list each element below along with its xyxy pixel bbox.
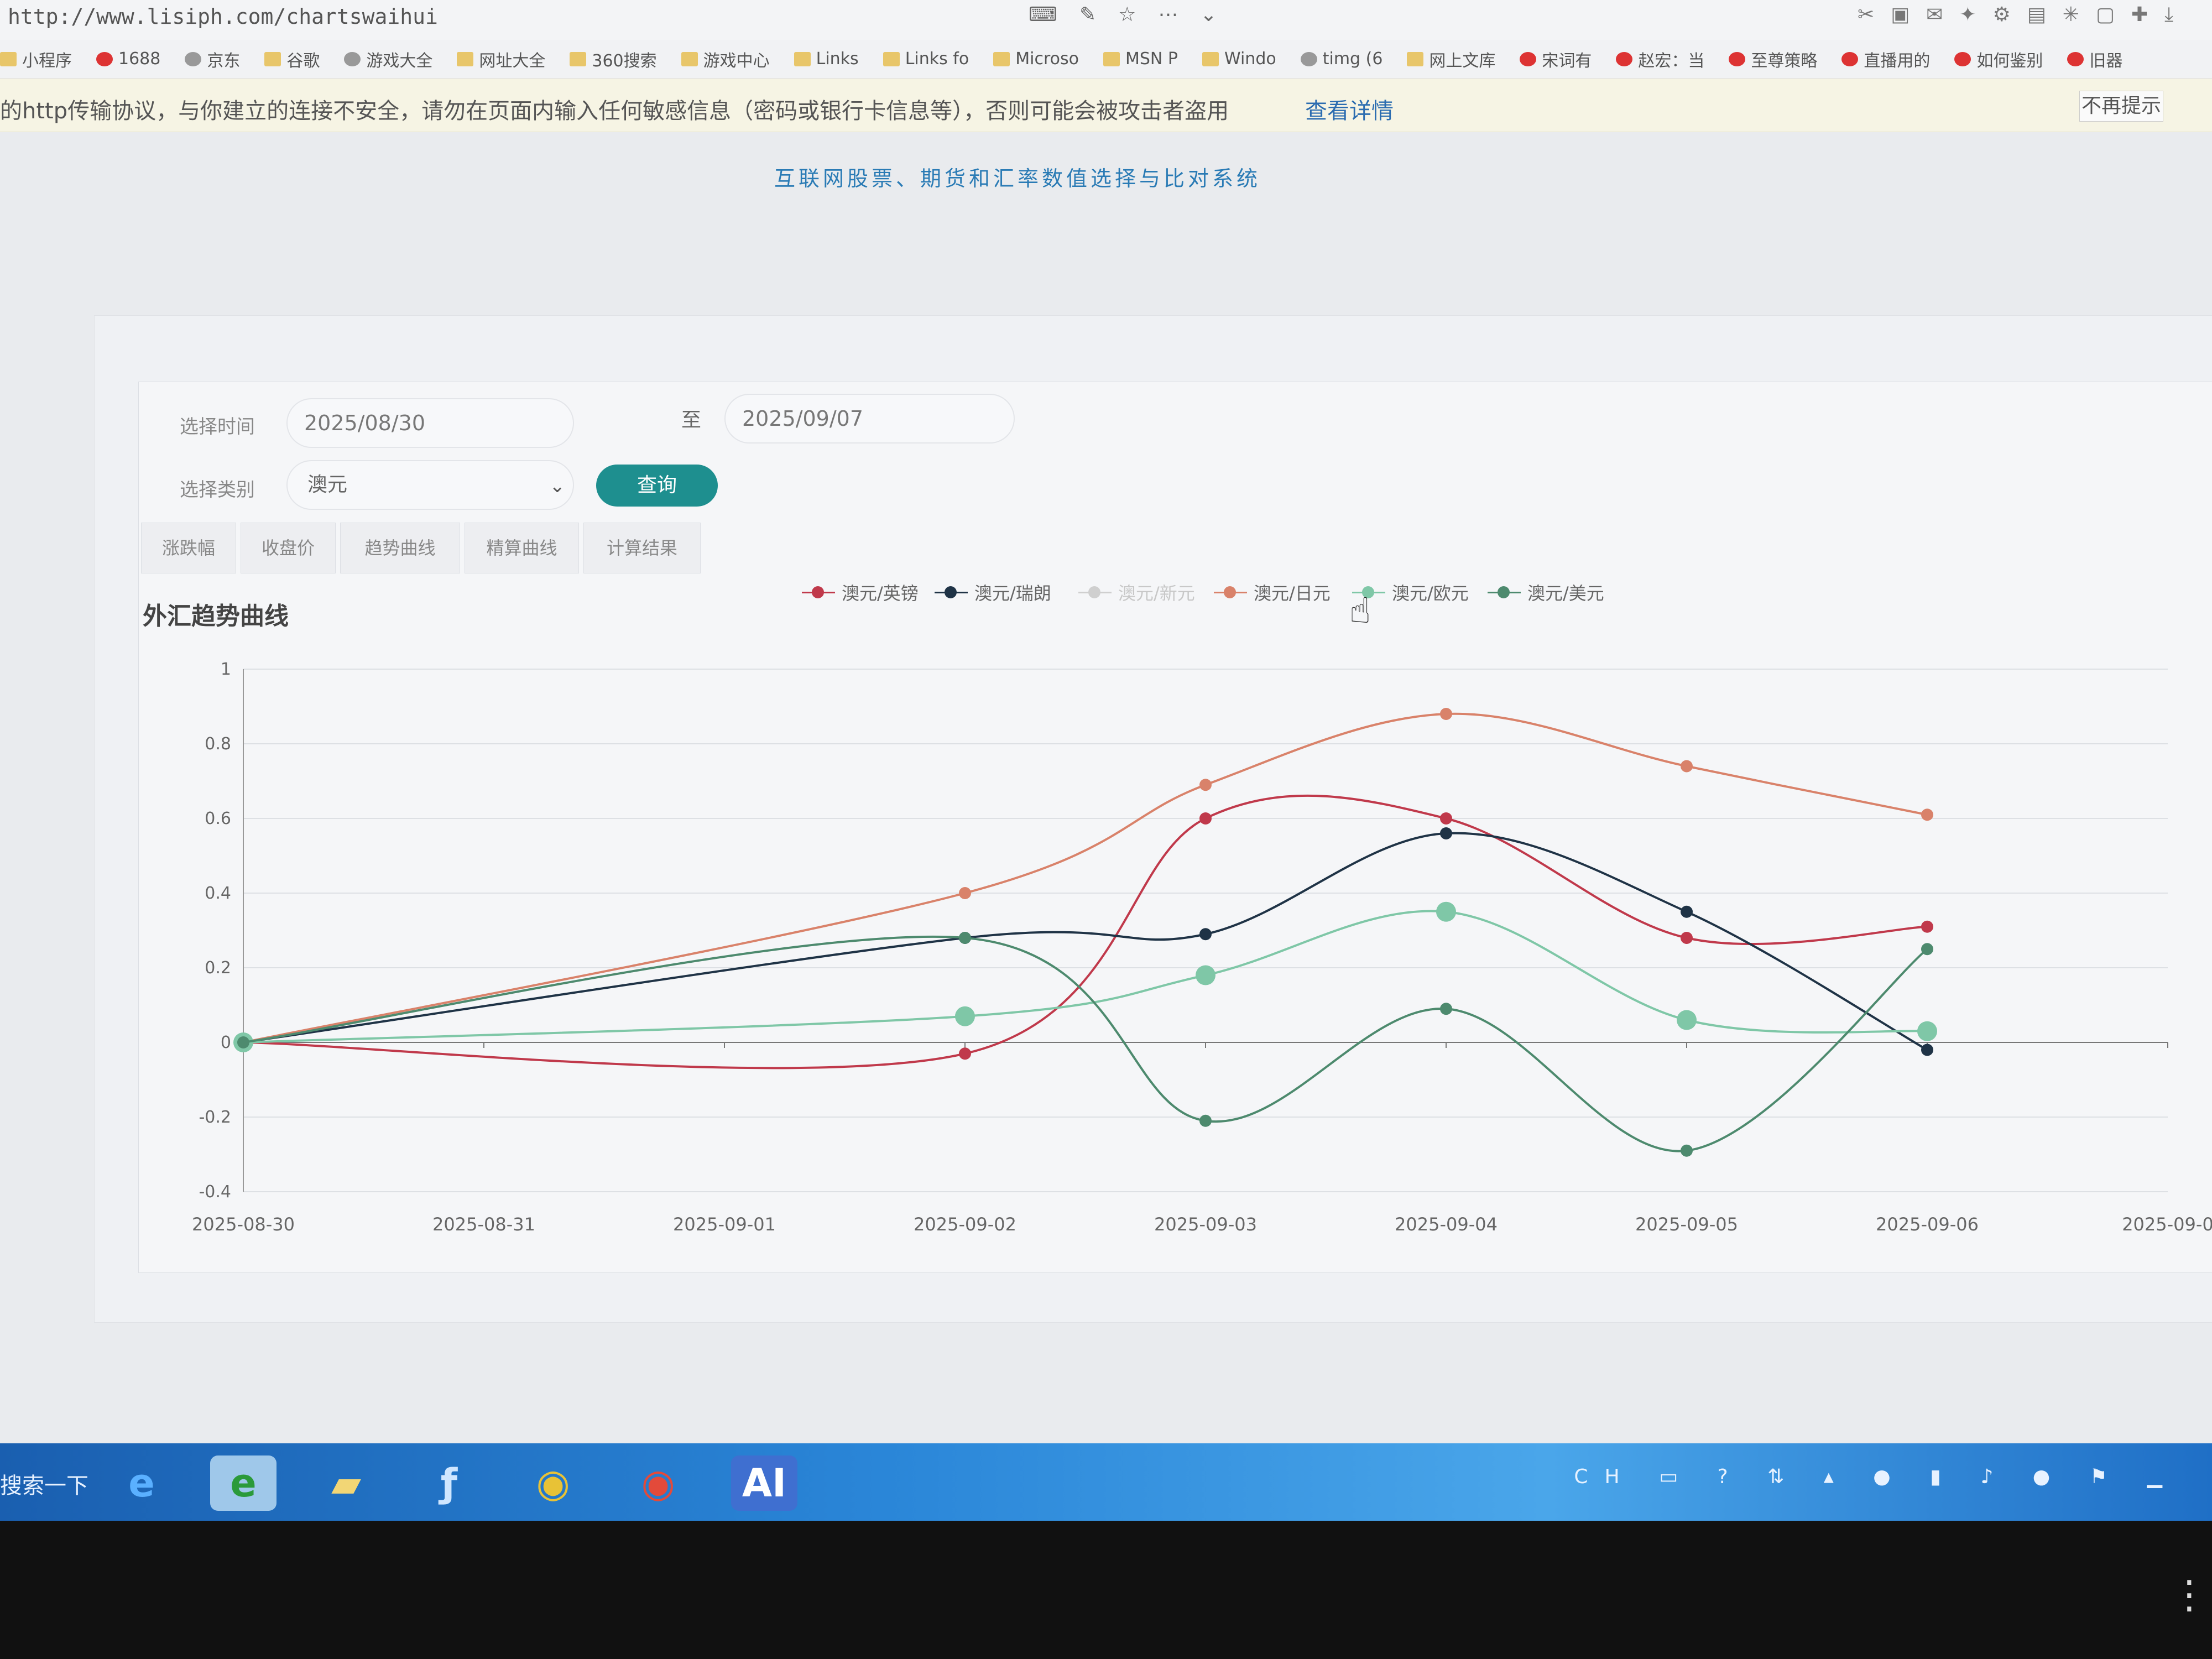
screen: http://www.lisiph.com/chartswaihui ⌨✎☆⋯⌄…: [0, 0, 2212, 1521]
data-point: [959, 932, 971, 944]
y-tick-label: -0.4: [199, 1182, 231, 1202]
x-tick-label: 2025-08-31: [432, 1214, 535, 1235]
taskbar: 搜索一下 e e ▰ ƒ ◉ ◉ AI CH ▭ ? ⇅ ▴ ● ▮ ♪ ● ⚑…: [0, 1443, 2212, 1521]
folder-icon[interactable]: ▰: [313, 1455, 379, 1511]
data-point: [1199, 812, 1212, 825]
x-tick-label: 2025-09-05: [1635, 1214, 1738, 1235]
y-tick-label: 0.4: [205, 884, 231, 903]
data-point: [1436, 901, 1456, 922]
data-point: [1917, 1021, 1937, 1041]
data-point: [1199, 928, 1212, 941]
data-point: [1921, 808, 1933, 821]
x-tick-label: 2025-09-04: [1395, 1214, 1498, 1235]
data-point: [1921, 1044, 1933, 1056]
data-point: [1440, 708, 1452, 720]
data-point: [1921, 943, 1933, 956]
series-line: [243, 794, 1928, 1070]
series-line: [243, 910, 1928, 1044]
tray-lang[interactable]: CH: [1574, 1465, 1636, 1488]
y-tick-label: 0.8: [205, 734, 231, 754]
data-point: [1681, 932, 1693, 944]
data-point: [237, 1036, 249, 1048]
data-point: [1440, 827, 1452, 839]
x-tick-label: 2025-09-02: [914, 1214, 1016, 1235]
ai-app-icon[interactable]: AI: [731, 1455, 797, 1511]
data-point: [1196, 965, 1215, 985]
y-tick-label: 0.6: [205, 809, 231, 828]
y-tick-label: 0.2: [205, 958, 231, 978]
data-point: [1199, 779, 1212, 791]
data-point: [1921, 920, 1933, 933]
x-tick-label: 2025-09-01: [673, 1214, 776, 1235]
data-point: [955, 1006, 975, 1026]
y-tick-label: -0.2: [199, 1108, 231, 1127]
data-point: [959, 887, 971, 899]
ie-icon[interactable]: e: [108, 1455, 175, 1511]
browser-360-icon[interactable]: e: [210, 1455, 276, 1511]
x-tick-label: 2025-09-03: [1154, 1214, 1257, 1235]
data-point: [1681, 1144, 1693, 1157]
chrome-icon-2[interactable]: ◉: [625, 1455, 691, 1511]
data-point: [1681, 905, 1693, 918]
data-point: [1440, 812, 1452, 825]
data-point: [1677, 1010, 1697, 1030]
taskbar-search[interactable]: 搜索一下: [0, 1468, 88, 1500]
data-point: [1681, 760, 1693, 773]
x-tick-label: 2025-09-0: [2122, 1214, 2212, 1235]
system-tray[interactable]: CH ▭ ? ⇅ ▴ ● ▮ ♪ ● ⚑ ▁: [1574, 1465, 2179, 1488]
more-options-icon[interactable]: · · ·: [2183, 1563, 2195, 1629]
chrome-icon[interactable]: ◉: [520, 1455, 586, 1511]
flash-icon[interactable]: ƒ: [416, 1455, 482, 1511]
y-tick-label: 1: [221, 660, 231, 679]
x-tick-label: 2025-08-30: [192, 1214, 295, 1235]
trend-chart: 1 0.8 0.6 0.4 0.2 0 -0.2 -0.4 2025-08-30 2025-08-…: [192, 660, 2212, 1235]
x-tick-label: 2025-09-06: [1876, 1214, 1979, 1235]
y-tick-label: 0: [221, 1033, 231, 1052]
series-line: [243, 935, 1928, 1152]
device-bezel: [0, 1521, 2212, 1659]
data-point: [1199, 1114, 1212, 1127]
data-point: [959, 1047, 971, 1060]
data-point: [1440, 1003, 1452, 1015]
